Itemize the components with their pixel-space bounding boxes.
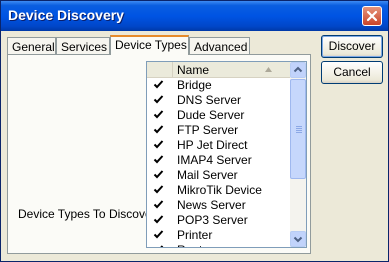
checkmark-icon[interactable] — [153, 94, 164, 105]
tab-services[interactable]: Services — [56, 37, 110, 54]
list-item[interactable]: News Server — [147, 198, 290, 213]
list-item[interactable]: IMAP4 Server — [147, 153, 290, 168]
cancel-button[interactable]: Cancel — [321, 61, 383, 84]
checkmark-icon[interactable] — [153, 169, 164, 180]
list-item[interactable]: FTP Server — [147, 123, 290, 138]
list-item[interactable]: Bridge — [147, 78, 290, 93]
list-item[interactable]: HP Jet Direct — [147, 138, 290, 153]
list-item-label: News Server — [177, 198, 246, 212]
tab-general[interactable]: General — [7, 37, 56, 54]
title-bar[interactable]: Device Discovery — [1, 1, 388, 31]
checkmark-icon[interactable] — [153, 199, 164, 210]
sort-ascending-icon — [265, 67, 272, 72]
list-item[interactable]: DNS Server — [147, 93, 290, 108]
list-item-label: Bridge — [177, 78, 212, 92]
name-column-header[interactable]: Name — [177, 63, 209, 77]
list-item-label: Router — [177, 243, 213, 247]
list-item-label: Mail Server — [177, 168, 238, 182]
list-item-label: Printer — [177, 228, 213, 242]
list-header: Name — [147, 62, 290, 78]
scroll-thumb[interactable] — [290, 79, 306, 179]
list-item[interactable]: MikroTik Device — [147, 183, 290, 198]
list-item-label: POP3 Server — [177, 213, 248, 227]
chevron-up-icon — [293, 66, 303, 73]
close-button[interactable] — [362, 6, 382, 26]
list-item-label: HP Jet Direct — [177, 138, 248, 152]
thumb-grip-icon — [296, 126, 302, 134]
checkmark-icon[interactable] — [153, 124, 164, 135]
check-column-header[interactable] — [147, 62, 173, 77]
chevron-down-icon — [293, 236, 303, 243]
device-types-label: Device Types To Discover: — [18, 207, 159, 221]
checkmark-icon[interactable] — [153, 184, 164, 195]
checkmark-icon[interactable] — [153, 154, 164, 165]
list-item-label: FTP Server — [177, 123, 239, 137]
list-item[interactable]: Mail Server — [147, 168, 290, 183]
checkmark-icon[interactable] — [153, 229, 164, 240]
list-item-label: Dude Server — [177, 108, 245, 122]
list-item[interactable]: Dude Server — [147, 108, 290, 123]
window-title: Device Discovery — [8, 7, 124, 23]
checkmark-icon[interactable] — [153, 109, 164, 120]
checkmark-icon[interactable] — [153, 244, 164, 248]
vertical-scrollbar[interactable] — [290, 62, 306, 247]
checkmark-icon[interactable] — [153, 214, 164, 225]
device-types-list[interactable]: Name Bridge DNS Server Dude Server FTP Serv… — [146, 61, 307, 248]
list-item-label: MikroTik Device — [177, 183, 262, 197]
device-discovery-dialog: Device Discovery General Services Device… — [0, 0, 389, 262]
discover-button[interactable]: Discover — [321, 35, 383, 58]
tab-advanced[interactable]: Advanced — [189, 37, 250, 54]
list-item-label: DNS Server — [177, 93, 242, 107]
checkmark-icon[interactable] — [153, 139, 164, 150]
list-rows: Bridge DNS Server Dude Server FTP Server HP … — [147, 78, 290, 248]
close-icon — [366, 10, 378, 22]
scroll-up-button[interactable] — [290, 62, 306, 78]
list-item[interactable]: Printer — [147, 228, 290, 243]
checkmark-icon[interactable] — [153, 79, 164, 90]
scroll-down-button[interactable] — [290, 231, 306, 247]
list-item-label: IMAP4 Server — [177, 153, 252, 167]
tab-device-types[interactable]: Device Types — [110, 35, 189, 55]
list-item[interactable]: POP3 Server — [147, 213, 290, 228]
list-item[interactable]: Router — [147, 243, 290, 248]
